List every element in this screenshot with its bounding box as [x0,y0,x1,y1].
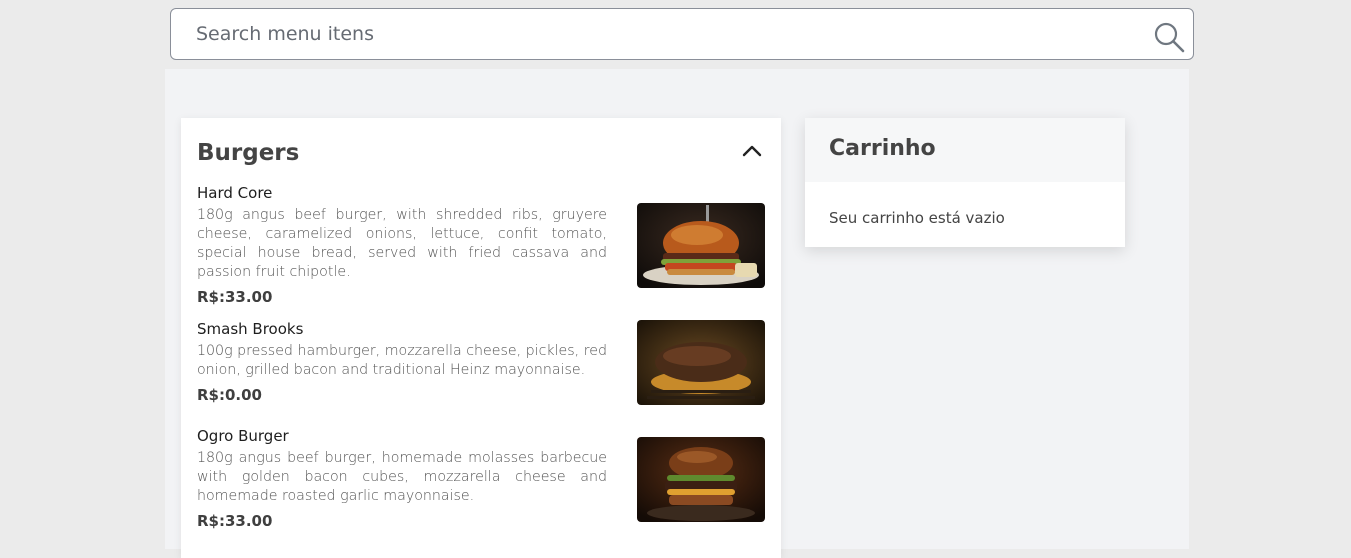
cart-empty-message: Seu carrinho está vazio [829,209,1005,227]
main-panel: Burgers Hard Core 180g angus beef burger… [165,69,1189,558]
search-icon[interactable] [1153,21,1185,53]
item-image[interactable] [637,437,765,522]
item-description: 100g pressed hamburger, mozzarella chees… [197,343,607,378]
menu-item[interactable]: Smash Brooks 100g pressed hamburger, moz… [197,320,765,420]
category-title: Burgers [197,140,300,166]
search-bar [170,8,1194,60]
cart-header: Carrinho [805,118,1125,182]
cart-title: Carrinho [829,136,936,161]
item-image[interactable] [637,203,765,288]
item-price: R$:33.00 [197,288,273,306]
item-name: Hard Core [197,184,273,202]
chevron-up-icon[interactable] [741,142,763,160]
search-input[interactable] [171,9,1193,59]
cart-panel: Carrinho Seu carrinho está vazio [805,118,1125,247]
menu-category-card: Burgers Hard Core 180g angus beef burger… [181,118,781,558]
menu-item[interactable]: Hard Core 180g angus beef burger, with s… [197,184,765,309]
item-image[interactable] [637,320,765,405]
item-price: R$:0.00 [197,386,262,404]
item-description: 180g angus beef burger, with shredded ri… [197,207,607,280]
item-price: R$:33.00 [197,512,273,530]
item-description: 180g angus beef burger, homemade molasse… [197,450,607,504]
menu-item[interactable]: Ogro Burger 180g angus beef burger, home… [197,427,765,537]
item-name: Smash Brooks [197,320,304,338]
item-name: Ogro Burger [197,427,289,445]
